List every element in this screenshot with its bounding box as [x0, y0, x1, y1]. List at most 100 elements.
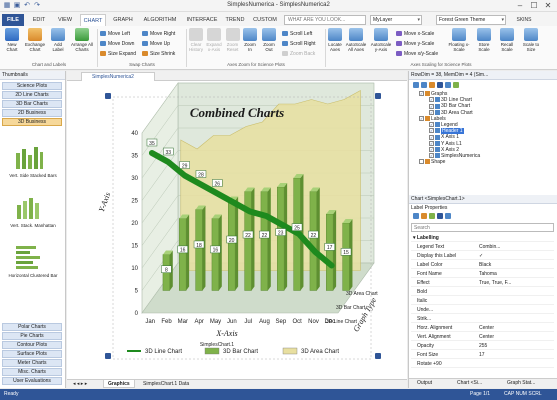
size-expand-button[interactable]: Size Expand — [100, 51, 136, 57]
property-value[interactable]: Combin... — [479, 243, 500, 251]
property-row[interactable]: Horz. Alignment Center — [411, 324, 554, 332]
chart-canvas[interactable]: 8 16 18 16 20 22 22 23 25 22 17 15 35 33 29 28 26 0 5 10 15… — [67, 81, 407, 379]
tree-item[interactable]: ✓ SimplesNumerica — [429, 153, 480, 159]
tree-item[interactable]: ✓ 3D Area Chart — [429, 110, 473, 116]
tree-item[interactable]: ✓ Legend — [429, 122, 458, 128]
tree-item[interactable]: ✓ 3D Line Chart — [429, 97, 472, 103]
property-row[interactable]: Italic — [411, 297, 554, 305]
move-x-scale-button[interactable]: Move x-Scale — [396, 31, 434, 37]
clear-history-button[interactable]: Clear History — [188, 28, 204, 52]
property-row[interactable]: Font Size 17 — [411, 351, 554, 359]
checkbox[interactable]: ✓ — [429, 153, 434, 159]
scroll-left-button[interactable]: Scroll Left — [282, 31, 312, 37]
add-label-button[interactable]: Add Label — [49, 28, 67, 52]
thumbnail-vert-side-stacked-bars[interactable] — [14, 143, 44, 171]
move-right-button[interactable]: Move Right — [142, 31, 175, 37]
tree-tool-icon[interactable] — [429, 82, 435, 88]
property-row[interactable]: Unde... — [411, 306, 554, 314]
checkbox[interactable]: ✓ — [419, 115, 424, 121]
category-contour-plots[interactable]: Contour Plots — [2, 341, 62, 349]
tab-edit[interactable]: EDIT — [28, 14, 50, 26]
property-value[interactable]: Center — [479, 333, 494, 341]
tab-chart[interactable]: CHART — [80, 14, 106, 26]
tree-item[interactable]: Shape — [419, 159, 445, 165]
properties-tool-icon[interactable] — [445, 213, 451, 219]
zoom-in-button[interactable]: Zoom In — [242, 28, 258, 52]
new-chart-button[interactable]: New Chart — [3, 28, 21, 52]
property-value[interactable]: 17 — [479, 351, 485, 359]
properties-search-input[interactable]: Search — [411, 223, 554, 232]
property-row[interactable]: Effect True, True, F... — [411, 279, 554, 287]
properties-tool-icon[interactable] — [421, 213, 427, 219]
tab-algorithm[interactable]: ALGORITHM — [140, 14, 180, 26]
scale-to-size-button[interactable]: Scale to Size — [520, 28, 542, 52]
zoom-out-button[interactable]: Zoom Out — [260, 28, 278, 52]
checkbox[interactable]: ✓ — [429, 109, 434, 115]
property-row[interactable]: Bold — [411, 288, 554, 296]
category-surface-plots[interactable]: Surface Plots — [2, 350, 62, 358]
checkbox[interactable]: ✓ — [429, 122, 434, 128]
tab-chart-props[interactable]: Chart <Si... — [457, 379, 482, 388]
nav-arrows[interactable]: ◂ ◂ ▸ ▸ — [69, 380, 91, 388]
property-row[interactable]: Opacity 255 — [411, 342, 554, 350]
property-row[interactable]: Display this Label ✓ — [411, 252, 554, 260]
category-misc-charts[interactable]: Misc. Charts — [2, 368, 62, 376]
size-shrink-button[interactable]: Size Shrink — [142, 51, 175, 57]
move-left-button[interactable]: Move Left — [100, 31, 130, 37]
tab-graph[interactable]: GRAPH — [110, 14, 136, 26]
category-meter-charts[interactable]: Meter Charts — [2, 359, 62, 367]
category-3d-bar-charts[interactable]: 3D Bar Charts — [2, 100, 62, 108]
property-row[interactable]: Vert. Alignment Center — [411, 333, 554, 341]
tree-tool-icon[interactable] — [413, 82, 419, 88]
tab-graphics[interactable]: Graphics — [103, 380, 135, 388]
tree-tool-icon[interactable] — [421, 82, 427, 88]
document-tab[interactable]: SimplesNumerica2 — [81, 72, 155, 81]
tree-tool-icon[interactable] — [437, 82, 443, 88]
checkbox[interactable]: ✓ — [429, 134, 434, 140]
property-value[interactable]: True, True, F... — [479, 279, 511, 287]
property-value[interactable]: Black — [479, 261, 491, 269]
autoscale-y-button[interactable]: AutoScale y-Axis — [369, 28, 393, 52]
tree-item[interactable]: ✓ Graphs — [419, 91, 447, 97]
tab-output[interactable]: Output — [417, 379, 432, 388]
property-value[interactable]: Tahoma — [479, 270, 497, 278]
tree-item[interactable]: ✓ Header 1 — [429, 128, 464, 135]
category-2d-line-charts[interactable]: 2D Line Charts — [2, 91, 62, 99]
tree-tool-icon[interactable] — [453, 82, 459, 88]
close-button[interactable]: ✕ — [541, 1, 555, 11]
minimize-button[interactable]: – — [513, 1, 527, 11]
tab-interface[interactable]: INTERFACE — [184, 14, 220, 26]
thumbnail-horizontal-clustered-bar[interactable] — [14, 243, 44, 271]
category-polar-charts[interactable]: Polar Charts — [2, 323, 62, 331]
scroll-right-button[interactable]: Scroll Right — [282, 41, 316, 47]
category-2d-business[interactable]: 2D Business — [2, 109, 62, 117]
combined-chart[interactable]: 8 16 18 16 20 22 22 23 25 22 17 15 35 33 29 28 26 0 5 10 15… — [67, 81, 407, 379]
zoom-reset-button[interactable]: Zoom Reset — [224, 28, 241, 52]
store-scale-button[interactable]: Store Scale — [474, 28, 494, 52]
category-science-plots[interactable]: Science Plots — [2, 82, 62, 90]
property-value[interactable]: Center — [479, 324, 494, 332]
checkbox[interactable] — [419, 159, 424, 165]
tree-item[interactable]: ✓ 3D Bar Chart — [429, 103, 470, 109]
locate-axes-button[interactable]: Locate Axes — [327, 28, 343, 52]
property-row[interactable]: Label Color Black — [411, 261, 554, 269]
checkbox[interactable]: ✓ — [429, 103, 434, 109]
checkbox[interactable]: ✓ — [429, 128, 434, 134]
exchange-chart-button[interactable]: Exchange Chart — [23, 28, 47, 52]
properties-tool-icon[interactable] — [413, 213, 419, 219]
recall-scale-button[interactable]: Recall Scale — [496, 28, 518, 52]
checkbox[interactable]: ✓ — [429, 140, 434, 146]
category-user-evaluations[interactable]: User Evaluations — [2, 377, 62, 385]
floating-x-scale-button[interactable]: Floating x-Scale — [446, 28, 472, 52]
properties-tool-icon[interactable] — [437, 213, 443, 219]
checkbox[interactable]: ✓ — [429, 97, 434, 103]
tab-view[interactable]: VIEW — [54, 14, 76, 26]
move-xy-scale-button[interactable]: Move x/y-Scale — [396, 51, 438, 57]
category-3d-business[interactable]: 3D Business — [2, 118, 62, 126]
property-value[interactable]: 255 — [479, 342, 487, 350]
checkbox[interactable]: ✓ — [419, 91, 424, 97]
category-pie-charts[interactable]: Pie Charts — [2, 332, 62, 340]
search-input[interactable]: WHAT ARE YOU LOOK... — [284, 15, 366, 25]
tree-tool-icon[interactable] — [445, 82, 451, 88]
tab-file[interactable]: FILE — [2, 14, 24, 26]
